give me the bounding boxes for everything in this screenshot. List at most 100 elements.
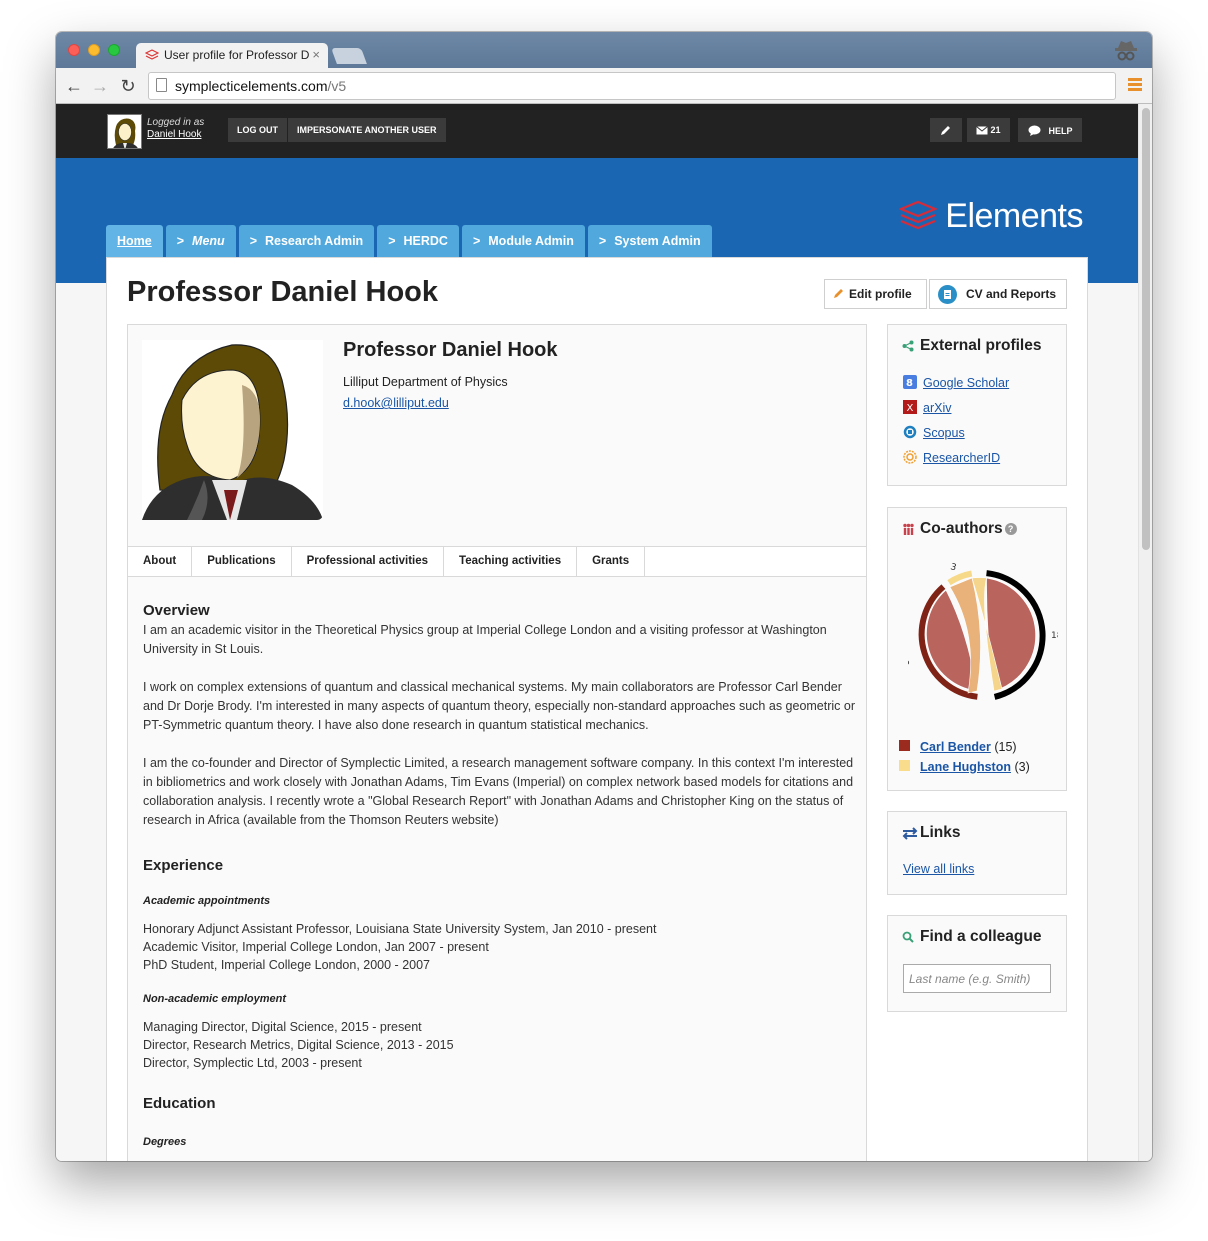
logged-in-text: Logged in as Daniel Hook (147, 117, 204, 141)
user-bar: Logged in as Daniel Hook LOG OUT IMPERSO… (56, 104, 1138, 158)
coauthor-chord-diagram[interactable]: 18 15 3 (908, 563, 1058, 708)
nav-module-admin-label: Module Admin (488, 234, 574, 248)
researcherid-icon (903, 450, 917, 464)
tab-close-icon[interactable]: × (312, 47, 320, 62)
nav-research-admin-label: Research Admin (265, 234, 364, 248)
tab-grants[interactable]: Grants (577, 547, 646, 577)
profile-email-link[interactable]: d.hook@lilliput.edu (343, 396, 449, 410)
svg-text:8: 8 (906, 378, 913, 389)
scopus-label: Scopus (923, 426, 965, 440)
cv-reports-button[interactable]: CV and Reports (929, 279, 1067, 309)
tab-professional-activities[interactable]: Professional activities (292, 547, 445, 577)
academic-appointments-heading: Academic appointments (143, 895, 271, 907)
academic-appointment-item: Academic Visitor, Imperial College Londo… (143, 940, 489, 954)
nav-system-admin[interactable]: > System Admin (587, 225, 712, 257)
nav-research-admin[interactable]: > Research Admin (238, 225, 375, 257)
new-tab-button[interactable] (331, 48, 367, 64)
page-viewport: Logged in as Daniel Hook LOG OUT IMPERSO… (56, 104, 1138, 1161)
chevron-right-icon: > (176, 234, 185, 248)
profile-content: Professor Daniel Hook Edit profile CV an… (106, 257, 1088, 1161)
scopus-icon (903, 425, 917, 439)
scopus-link[interactable]: Scopus (903, 425, 965, 440)
overview-paragraph: I am the co-founder and Director of Symp… (143, 756, 854, 827)
logo-text: Elements (945, 196, 1083, 235)
profile-photo (142, 340, 323, 520)
browser-menu-icon[interactable] (1128, 78, 1142, 92)
address-bar[interactable]: symplecticelements.com/v5 (148, 72, 1116, 100)
impersonate-button[interactable]: IMPERSONATE ANOTHER USER (288, 118, 446, 142)
nav-home[interactable]: Home (106, 225, 163, 257)
tab-publications[interactable]: Publications (192, 547, 292, 577)
help-label: HELP (1048, 126, 1073, 136)
coauthor-lane-hughston-link[interactable]: Lane Hughston (920, 760, 1011, 774)
researcherid-label: ResearcherID (923, 451, 1001, 465)
browser-window: User profile for Professor D × ← → ↻ sym… (56, 32, 1152, 1161)
messages-count: 21 (990, 125, 1001, 135)
cv-reports-label: CV and Reports (966, 287, 1057, 301)
google-scholar-icon: 8 (903, 375, 917, 389)
incognito-icon (1115, 41, 1137, 61)
researcherid-link[interactable]: ResearcherID (903, 450, 1000, 465)
tab-about[interactable]: About (128, 547, 193, 577)
messages-button[interactable]: 21 (967, 118, 1010, 142)
elements-logo[interactable]: Elements (899, 196, 1083, 235)
chord-label-lane: 3 (949, 563, 957, 573)
logged-in-label: Logged in as (147, 117, 205, 128)
nav-menu-label: Menu (192, 234, 225, 248)
chord-label-self: 18 (1051, 631, 1058, 641)
chevron-right-icon: > (249, 234, 257, 248)
forward-arrow-icon[interactable]: → (90, 75, 110, 97)
edit-profile-button[interactable]: Edit profile (824, 279, 927, 309)
google-scholar-link[interactable]: 8 Google Scholar (903, 375, 1009, 390)
chevron-right-icon: > (598, 234, 607, 248)
page-icon (156, 78, 167, 92)
coauthors-heading: Co-authors? (920, 520, 1017, 538)
pencil-icon (834, 289, 843, 298)
help-button[interactable]: HELP (1018, 118, 1082, 142)
arxiv-label: arXiv (923, 401, 952, 415)
google-scholar-label: Google Scholar (923, 376, 1010, 390)
profile-name: Professor Daniel Hook (343, 339, 558, 361)
zoom-window-button[interactable] (108, 44, 120, 56)
non-academic-heading: Non-academic employment (143, 993, 287, 1005)
minimize-window-button[interactable] (88, 44, 100, 56)
edit-pencil-button[interactable] (930, 118, 962, 142)
profile-main-panel: Professor Daniel Hook Lilliput Departmen… (127, 324, 867, 1161)
current-user-link[interactable]: Daniel Hook (147, 129, 201, 140)
about-section: Overview I am an academic visitor in the… (143, 601, 855, 1161)
nav-home-label: Home (117, 234, 152, 248)
view-all-links[interactable]: View all links (903, 862, 974, 876)
back-arrow-icon[interactable]: ← (64, 75, 84, 97)
nav-system-admin-label: System Admin (614, 234, 701, 248)
url-host: symplecticelements.com (175, 78, 328, 94)
title-bar: User profile for Professor D × (56, 32, 1152, 68)
elements-favicon-icon (145, 49, 159, 60)
degrees-heading: Degrees (143, 1136, 187, 1148)
nav-herdc[interactable]: > HERDC (377, 225, 459, 257)
coauthor-carl-bender-link[interactable]: Carl Bender (920, 740, 991, 754)
profile-department: Lilliput Department of Physics (343, 375, 508, 389)
education-heading: Education (143, 1095, 216, 1112)
tab-title: User profile for Professor D (164, 48, 310, 62)
nav-module-admin[interactable]: > Module Admin (461, 225, 585, 257)
colleague-search-input[interactable]: Last name (e.g. Smith) (903, 964, 1051, 993)
reload-icon[interactable]: ↻ (118, 75, 138, 97)
external-profiles-box: External profiles 8 Google Scholar XarXiv… (887, 324, 1067, 486)
close-window-button[interactable] (68, 44, 80, 56)
logout-button[interactable]: LOG OUT (228, 118, 287, 142)
arxiv-link[interactable]: XarXiv (903, 400, 951, 415)
academic-appointment-item: Honorary Adjunct Assistant Professor, Lo… (143, 922, 657, 936)
scrollbar-thumb[interactable] (1142, 108, 1150, 550)
coauthor-legend-item: Lane Hughston (3) (899, 760, 1030, 774)
tab-teaching-activities[interactable]: Teaching activities (444, 547, 578, 577)
avatar[interactable] (107, 114, 142, 149)
main-navigation: Home > Menu > Research Admin > HERDC > Modul… (106, 225, 715, 257)
page-scrollbar[interactable] (1138, 104, 1152, 1161)
help-circle-icon[interactable]: ? (1004, 523, 1017, 535)
chevron-right-icon: > (388, 234, 396, 248)
nav-menu[interactable]: > Menu (165, 225, 236, 257)
browser-tab[interactable]: User profile for Professor D × (136, 43, 328, 68)
find-colleague-heading: Find a colleague (920, 928, 1042, 945)
coauthor-count: (3) (1014, 760, 1030, 774)
people-icon (903, 523, 914, 535)
